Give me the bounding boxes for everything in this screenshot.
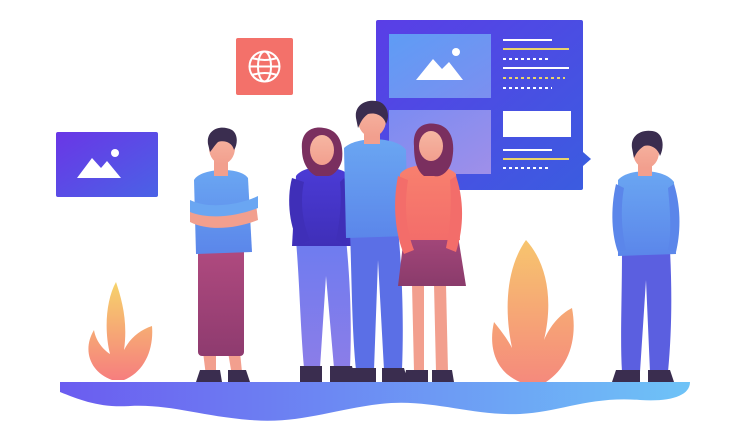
- plant-right: [492, 240, 574, 382]
- illustration-scene: [0, 0, 737, 447]
- person-arms-crossed: [190, 127, 258, 382]
- panel-white-box: [503, 111, 571, 137]
- content-panel: [376, 20, 591, 190]
- plant-left: [88, 282, 153, 380]
- person-man-right: [612, 130, 680, 382]
- globe-tile: [236, 38, 293, 95]
- image-card-left: [56, 132, 158, 197]
- panel-image-top: [389, 34, 491, 98]
- ground-wave: [60, 382, 690, 421]
- team-illustration: [56, 20, 690, 421]
